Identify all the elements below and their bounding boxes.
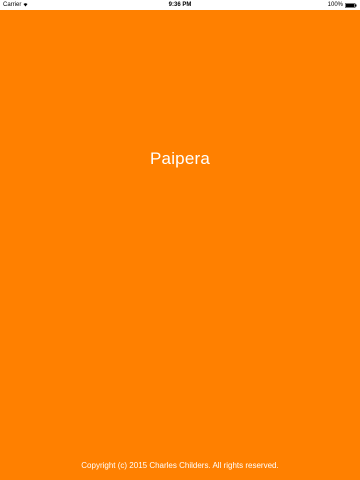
app-title: Paipera	[150, 149, 210, 168]
status-time: 9:36 PM	[168, 2, 192, 8]
battery-percent: 100%	[327, 2, 343, 8]
copyright-text: Copyright (c) 2015 Charles Childers. All…	[81, 461, 279, 470]
status-right: 100%	[328, 0, 357, 10]
status-bar: Carrier 9:36 PM 100%	[0, 0, 360, 10]
battery-icon	[345, 2, 357, 8]
